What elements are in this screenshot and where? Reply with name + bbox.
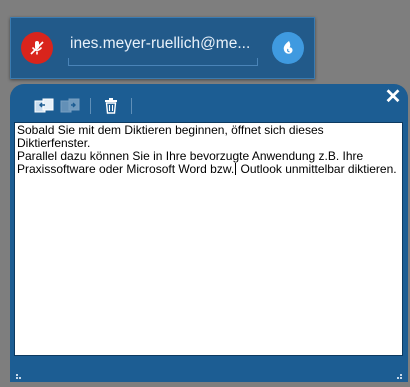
dragon-menu-button[interactable] bbox=[272, 32, 304, 64]
transfer-text-disabled-icon bbox=[60, 98, 80, 113]
toolbar-separator bbox=[131, 98, 132, 114]
transfer-text-icon bbox=[34, 98, 54, 113]
trash-icon bbox=[105, 98, 117, 114]
dictation-paragraph-2: Parallel dazu können Sie in Ihre bevorzu… bbox=[17, 150, 400, 176]
microphone-off-button[interactable] bbox=[21, 32, 53, 64]
dictation-box-window: ✕ Sobald Sie mit dem Diktieren beginnen,… bbox=[10, 84, 408, 382]
transfer-disabled-button[interactable] bbox=[60, 96, 80, 116]
dictation-bar: ines.meyer-ruellich@me... bbox=[10, 17, 315, 79]
dictation-paragraph-1: Sobald Sie mit dem Diktieren beginnen, ö… bbox=[17, 123, 324, 150]
resize-grip-left-icon[interactable] bbox=[16, 371, 24, 379]
toolbar-separator bbox=[90, 98, 91, 114]
close-button[interactable]: ✕ bbox=[384, 87, 402, 107]
dictation-text-after-caret: Outlook unmittelbar diktieren. bbox=[237, 162, 397, 176]
audio-level-indicator bbox=[68, 58, 258, 66]
delete-button[interactable] bbox=[101, 96, 121, 116]
microphone-off-icon bbox=[30, 41, 44, 55]
transfer-button[interactable] bbox=[34, 96, 54, 116]
dictation-box-toolbar bbox=[34, 95, 136, 117]
dictation-text-area[interactable]: Sobald Sie mit dem Diktieren beginnen, ö… bbox=[14, 122, 403, 356]
resize-grip-right-icon[interactable] bbox=[394, 371, 402, 379]
user-name-label: ines.meyer-ruellich@me... bbox=[70, 35, 251, 52]
dragon-flame-icon bbox=[283, 41, 293, 54]
